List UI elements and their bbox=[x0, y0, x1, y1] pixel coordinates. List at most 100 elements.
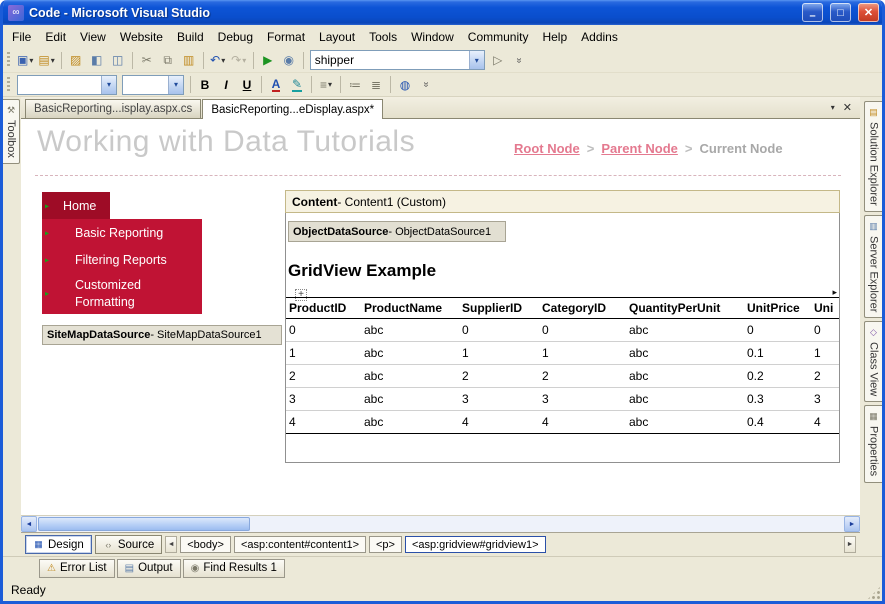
nav-item-filtering-reports[interactable]: ▸ Filtering Reports bbox=[42, 246, 202, 273]
menu-website[interactable]: Website bbox=[113, 26, 170, 48]
tab-basicreporting-cs[interactable]: BasicReporting...isplay.aspx.cs bbox=[25, 99, 202, 118]
new-project-button[interactable]: ▣ ▾ bbox=[15, 50, 35, 71]
find-in-files-button[interactable]: ◉ bbox=[279, 50, 299, 71]
find-results-label: Find Results 1 bbox=[203, 562, 277, 574]
nav-item-customized-formatting[interactable]: ▸ Customized Formatting bbox=[42, 273, 202, 314]
tag-scroll-left-icon[interactable]: ◄ bbox=[165, 536, 178, 553]
scrollbar-thumb[interactable] bbox=[38, 517, 250, 531]
grid-cell: 1 bbox=[539, 341, 626, 365]
open-file-button[interactable]: ▨ bbox=[66, 50, 86, 71]
nav-item-home[interactable]: ▸ Home bbox=[42, 192, 110, 219]
save-all-button[interactable]: ◫ bbox=[108, 50, 128, 71]
menu-tools[interactable]: Tools bbox=[362, 26, 404, 48]
close-button[interactable]: ✕ bbox=[858, 3, 879, 22]
maximize-button[interactable]: □ bbox=[830, 3, 851, 22]
start-debug-button[interactable]: ▶ bbox=[258, 50, 278, 71]
breadcrumb-parent-link[interactable]: Parent Node bbox=[601, 141, 678, 156]
hyperlink-button[interactable]: ◍ bbox=[395, 74, 415, 95]
redo-button[interactable]: ↷ ▾ bbox=[229, 50, 249, 71]
grid-cell: 0 bbox=[744, 318, 811, 342]
align-button[interactable]: ≡ ▾ bbox=[316, 74, 336, 95]
class-view-tab[interactable]: ◇ Class View bbox=[864, 321, 882, 403]
font-size-combobox[interactable]: ▾ bbox=[122, 74, 184, 95]
toolbar-overflow-button[interactable]: » bbox=[416, 74, 436, 95]
content-id-label: - Content1 (Custom) bbox=[337, 194, 447, 209]
copy-button[interactable]: ⧉ bbox=[158, 50, 178, 71]
highlight-button[interactable]: ✎ bbox=[287, 74, 307, 95]
grid-cell: abc bbox=[361, 318, 459, 342]
numbered-list-button[interactable]: ≣ bbox=[366, 74, 386, 95]
breadcrumb-root-link[interactable]: Root Node bbox=[514, 141, 580, 156]
scroll-right-icon[interactable]: ► bbox=[844, 516, 860, 532]
error-list-tab[interactable]: ⚠ Error List bbox=[39, 558, 115, 578]
chevron-down-icon: ▾ bbox=[328, 80, 333, 89]
toolbox-tab[interactable]: ⚒ Toolbox bbox=[3, 99, 20, 164]
horizontal-scrollbar[interactable]: ◄ ► bbox=[21, 515, 860, 532]
breadcrumb-current: Current Node bbox=[699, 141, 783, 156]
menu-help[interactable]: Help bbox=[535, 26, 574, 48]
bullet-list-button[interactable]: ≔ bbox=[345, 74, 365, 95]
grid-cell: abc bbox=[626, 341, 744, 365]
font-color-button[interactable]: A bbox=[266, 74, 286, 95]
save-icon: ◧ bbox=[91, 53, 103, 67]
tab-list-icon[interactable]: ▾ bbox=[831, 103, 835, 112]
tag-asp-gridview[interactable]: <asp:gridview#gridview1> bbox=[404, 536, 546, 553]
toolbar-combobox[interactable]: shipper ▾ bbox=[309, 50, 485, 70]
data-preview-icon: ▷ bbox=[493, 53, 503, 67]
bold-button[interactable]: B bbox=[195, 74, 215, 95]
tag-body[interactable]: <body> bbox=[180, 536, 231, 553]
objectdatasource-control[interactable]: ObjectDataSource - ObjectDataSource1 bbox=[288, 221, 506, 242]
menu-build[interactable]: Build bbox=[170, 26, 211, 48]
underline-button[interactable]: U bbox=[237, 74, 257, 95]
add-item-button[interactable]: ▤ ▾ bbox=[36, 50, 56, 71]
undo-icon: ↶ bbox=[210, 53, 221, 67]
title-bar[interactable]: ∞ Code - Microsoft Visual Studio – □ ✕ bbox=[3, 0, 882, 25]
minimize-button[interactable]: – bbox=[802, 3, 823, 22]
menu-format[interactable]: Format bbox=[260, 26, 312, 48]
menu-file[interactable]: File bbox=[5, 26, 38, 48]
menu-debug[interactable]: Debug bbox=[211, 26, 260, 48]
close-document-icon[interactable]: ✕ bbox=[843, 101, 852, 114]
chevron-down-icon[interactable]: ▾ bbox=[168, 75, 183, 94]
chevron-down-icon[interactable]: ▾ bbox=[101, 75, 116, 94]
menu-addins[interactable]: Addins bbox=[574, 26, 625, 48]
menu-view[interactable]: View bbox=[73, 26, 113, 48]
gridview-table[interactable]: ProductID ProductName SupplierID Categor… bbox=[286, 297, 839, 434]
toolbar-overflow-button[interactable]: » bbox=[509, 50, 529, 71]
tag-p[interactable]: <p> bbox=[369, 536, 402, 553]
find-results-tab[interactable]: ◉ Find Results 1 bbox=[182, 558, 285, 578]
source-view-button[interactable]: ‹› Source bbox=[94, 535, 163, 554]
properties-tab[interactable]: ▦ Properties bbox=[864, 405, 882, 483]
tag-scroll-right-icon[interactable]: ► bbox=[844, 536, 856, 553]
tab-strip-controls: ▾ ✕ bbox=[831, 101, 856, 118]
grid-cell: 4 bbox=[539, 410, 626, 434]
toolbar-separator bbox=[131, 51, 133, 69]
open-folder-icon: ▨ bbox=[70, 53, 82, 67]
sitemapdatasource-control[interactable]: SiteMapDataSource - SiteMapDataSource1 bbox=[42, 325, 282, 345]
toolbar-grip[interactable] bbox=[7, 76, 10, 93]
tag-asp-content[interactable]: <asp:content#content1> bbox=[233, 536, 366, 553]
design-surface: Working with Data Tutorials Root Node > … bbox=[21, 119, 860, 515]
server-explorer-tab[interactable]: ▥ Server Explorer bbox=[864, 214, 882, 319]
menu-community[interactable]: Community bbox=[461, 26, 536, 48]
resize-grip[interactable] bbox=[867, 586, 881, 600]
data-preview-button[interactable]: ▷ bbox=[488, 50, 508, 71]
save-button[interactable]: ◧ bbox=[87, 50, 107, 71]
menu-window[interactable]: Window bbox=[404, 26, 461, 48]
cut-button[interactable]: ✂ bbox=[137, 50, 157, 71]
italic-button[interactable]: I bbox=[216, 74, 236, 95]
font-name-combobox[interactable]: ▾ bbox=[17, 74, 117, 95]
nav-item-basic-reporting[interactable]: ▸ Basic Reporting bbox=[42, 219, 202, 246]
menu-edit[interactable]: Edit bbox=[38, 26, 73, 48]
output-tab[interactable]: ▤ Output bbox=[116, 558, 181, 578]
design-view-button[interactable]: ▦ Design bbox=[25, 535, 92, 554]
paste-button[interactable]: ▥ bbox=[179, 50, 199, 71]
content-region-header[interactable]: Content - Content1 (Custom) bbox=[285, 190, 840, 213]
toolbar-grip[interactable] bbox=[7, 52, 10, 68]
tab-basicreporting-aspx[interactable]: BasicReporting...eDisplay.aspx* bbox=[202, 99, 384, 119]
scroll-left-icon[interactable]: ◄ bbox=[21, 516, 37, 532]
solution-explorer-tab[interactable]: ▤ Solution Explorer bbox=[864, 101, 882, 212]
undo-button[interactable]: ↶ ▾ bbox=[208, 50, 228, 71]
chevron-down-icon[interactable]: ▾ bbox=[468, 51, 484, 69]
menu-layout[interactable]: Layout bbox=[312, 26, 362, 48]
